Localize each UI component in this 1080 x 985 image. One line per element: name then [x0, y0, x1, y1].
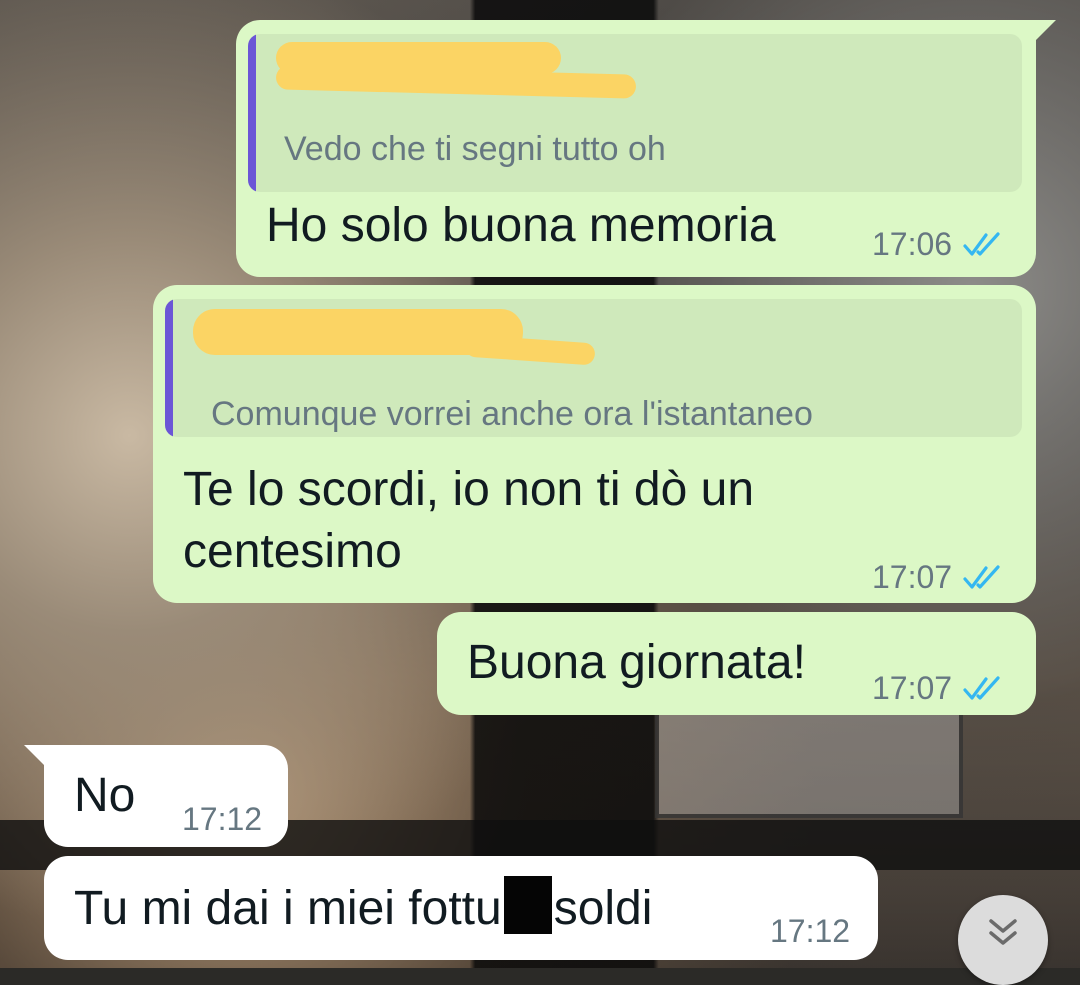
quoted-text: Comunque vorrei anche ora l'istantaneo: [211, 395, 813, 433]
message-bubble-incoming[interactable]: Tu mi dai i miei fottu soldi 17:12: [44, 856, 878, 960]
bubble-tail: [24, 745, 46, 767]
message-meta: 17:07: [872, 670, 1006, 707]
message-bubble-outgoing[interactable]: Buona giornata! 17:07: [437, 612, 1036, 715]
message-text: Buona giornata!: [467, 636, 806, 689]
double-check-icon: [963, 564, 1000, 589]
message-text: Tu mi dai i miei fottu soldi: [74, 876, 652, 940]
message-text-before: Tu mi dai i miei fottu: [74, 882, 502, 935]
message-meta: 17:12: [182, 801, 262, 838]
quoted-message[interactable]: Comunque vorrei anche ora l'istantaneo: [165, 299, 1022, 437]
wallpaper-window: [655, 700, 963, 818]
message-text: No: [74, 769, 136, 822]
message-time: 17:07: [872, 670, 953, 706]
message-meta: 17:07: [872, 559, 1006, 596]
quote-accent-bar: [165, 299, 173, 437]
double-check-icon: [963, 675, 1000, 700]
chevrons-down-icon: [989, 919, 1017, 945]
scroll-to-bottom-button[interactable]: [958, 895, 1048, 985]
quoted-text: Vedo che ti segni tutto oh: [284, 130, 666, 168]
message-bubble-incoming[interactable]: No 17:12: [24, 745, 288, 847]
message-time: 17:06: [872, 226, 953, 262]
redacted-sender-name-smear: [275, 65, 637, 99]
message-meta: 17:06: [872, 226, 1006, 263]
quoted-message[interactable]: Vedo che ti segni tutto oh: [248, 34, 1022, 192]
double-check-icon: [963, 231, 1000, 256]
message-time: 17:07: [872, 559, 953, 595]
message-text: Ho solo buona memoria: [266, 199, 776, 252]
message-bubble-outgoing[interactable]: Comunque vorrei anche ora l'istantaneo T…: [153, 285, 1036, 603]
message-text-after: soldi: [553, 882, 653, 935]
redacted-sender-name-smear: [464, 334, 596, 366]
redaction-block: [503, 876, 552, 934]
message-text-line-2: centesimo: [183, 525, 402, 578]
message-time: 17:12: [182, 801, 263, 837]
bubble-tail: [1034, 20, 1056, 42]
message-bubble-outgoing[interactable]: Vedo che ti segni tutto oh Ho solo buona…: [236, 20, 1056, 277]
message-text-line-1: Te lo scordi, io non ti dò un: [183, 463, 755, 516]
message-time: 17:12: [770, 913, 851, 949]
message-meta: 17:12: [770, 913, 850, 950]
quote-accent-bar: [248, 34, 256, 192]
